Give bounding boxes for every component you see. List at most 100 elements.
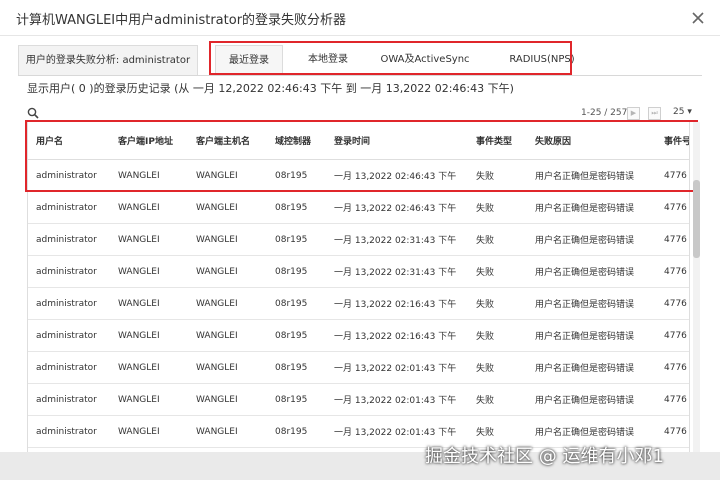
table-row[interactable]: administrator WANGLEI WANGLEI 08r195 一月 13,2… <box>28 192 689 224</box>
table-cell: WANGLEI <box>196 298 238 309</box>
logon-history-summary: 显示用户( 0 )的登录历史记录 (从 一月 12,2022 02:46:43 … <box>27 82 514 95</box>
table-cell: 4776 <box>664 362 687 373</box>
pager-range: 1-25 / 257 <box>581 108 628 118</box>
table-cell: WANGLEI <box>196 202 238 213</box>
column-header[interactable]: 事件号 <box>664 122 689 159</box>
table-cell: WANGLEI <box>196 234 238 245</box>
table-cell: administrator <box>36 394 97 405</box>
table-cell: WANGLEI <box>118 330 160 341</box>
table-cell: 4776 <box>664 426 687 437</box>
table-cell: administrator <box>36 330 97 341</box>
table-cell: WANGLEI <box>118 426 160 437</box>
table-cell: 4776 <box>664 298 687 309</box>
table-cell: WANGLEI <box>118 202 160 213</box>
table-cell: 失败 <box>476 396 495 406</box>
table-cell: 一月 13,2022 02:16:43 下午 <box>334 300 457 310</box>
next-page-button[interactable]: ▶ <box>627 107 640 120</box>
tab-owa-activesync[interactable]: OWA及ActiveSync <box>373 45 477 75</box>
table-cell: 用户名正确但是密码错误 <box>535 300 635 310</box>
table-cell: 一月 13,2022 02:01:43 下午 <box>334 396 457 406</box>
table-row[interactable]: administrator WANGLEI WANGLEI 08r195 一月 13,2… <box>28 352 689 384</box>
tab-recent-logon[interactable]: 最近登录 <box>215 45 283 75</box>
table-cell: 一月 13,2022 02:31:43 下午 <box>334 268 457 278</box>
table-cell: 失败 <box>476 236 495 246</box>
table-cell: WANGLEI <box>118 266 160 277</box>
table-cell: WANGLEI <box>196 170 238 181</box>
table-cell: 08r195 <box>275 234 308 245</box>
table-cell: WANGLEI <box>196 394 238 405</box>
table-cell: WANGLEI <box>118 394 160 405</box>
table-cell: 08r195 <box>275 362 308 373</box>
table-body: administrator WANGLEI WANGLEI 08r195 一月 13,2… <box>28 160 689 448</box>
table-cell: 08r195 <box>275 394 308 405</box>
table-cell: 用户名正确但是密码错误 <box>535 396 635 406</box>
table-cell: 用户名正确但是密码错误 <box>535 268 635 278</box>
table-cell: 一月 13,2022 02:31:43 下午 <box>334 236 457 246</box>
column-header[interactable]: 用户名 <box>36 122 63 159</box>
table-cell: WANGLEI <box>196 266 238 277</box>
table-cell: 08r195 <box>275 330 308 341</box>
table-cell: administrator <box>36 234 97 245</box>
table-cell: administrator <box>36 202 97 213</box>
title-bar: 计算机WANGLEI中用户administrator的登录失败分析器 <box>0 0 720 36</box>
table-row[interactable]: administrator WANGLEI WANGLEI 08r195 一月 13,2… <box>28 160 689 192</box>
table-cell: 用户名正确但是密码错误 <box>535 364 635 374</box>
table-cell: 08r195 <box>275 170 308 181</box>
table-header: 用户名 客户端IP地址 客户端主机名 域控制器 登录时间 事件类型 失败原因 事… <box>28 122 689 160</box>
column-header[interactable]: 登录时间 <box>334 122 370 159</box>
table-cell: 4776 <box>664 202 687 213</box>
scrollbar-thumb[interactable] <box>693 180 700 258</box>
table-cell: 一月 13,2022 02:01:43 下午 <box>334 364 457 374</box>
table-cell: 4776 <box>664 266 687 277</box>
table-cell: WANGLEI <box>118 170 160 181</box>
table-cell: 08r195 <box>275 298 308 309</box>
last-page-button[interactable]: ⏭ <box>648 107 661 120</box>
column-header[interactable]: 客户端IP地址 <box>118 122 173 159</box>
table-cell: 一月 13,2022 02:46:43 下午 <box>334 204 457 214</box>
watermark-text: 掘金技术社区 @ 运维有小邓1 <box>425 446 664 467</box>
tab-radius-nps[interactable]: RADIUS(NPS) <box>487 45 597 75</box>
table-cell: administrator <box>36 298 97 309</box>
table-cell: WANGLEI <box>118 298 160 309</box>
table-cell: administrator <box>36 362 97 373</box>
column-header[interactable]: 失败原因 <box>535 122 571 159</box>
logon-failure-table: 用户名 客户端IP地址 客户端主机名 域控制器 登录时间 事件类型 失败原因 事… <box>27 122 690 452</box>
table-cell: 失败 <box>476 172 495 182</box>
table-cell: 4776 <box>664 170 687 181</box>
table-row[interactable]: administrator WANGLEI WANGLEI 08r195 一月 13,2… <box>28 224 689 256</box>
table-cell: administrator <box>36 266 97 277</box>
table-cell: 4776 <box>664 330 687 341</box>
table-cell: 4776 <box>664 234 687 245</box>
table-cell: 用户名正确但是密码错误 <box>535 172 635 182</box>
table-cell: WANGLEI <box>196 330 238 341</box>
table-cell: 08r195 <box>275 426 308 437</box>
tab-local-logon[interactable]: 本地登录 <box>293 45 363 75</box>
close-icon[interactable] <box>690 10 706 26</box>
table-row[interactable]: administrator WANGLEI WANGLEI 08r195 一月 13,2… <box>28 384 689 416</box>
table-cell: administrator <box>36 426 97 437</box>
page-size-select[interactable]: 25 ▾ <box>673 107 697 121</box>
table-cell: 4776 <box>664 394 687 405</box>
table-cell: 失败 <box>476 332 495 342</box>
tab-user-analysis[interactable]: 用户的登录失败分析: administrator <box>18 45 198 75</box>
window-title: 计算机WANGLEI中用户administrator的登录失败分析器 <box>16 13 347 28</box>
table-cell: 一月 13,2022 02:16:43 下午 <box>334 332 457 342</box>
table-cell: 08r195 <box>275 202 308 213</box>
table-cell: 失败 <box>476 300 495 310</box>
vertical-scrollbar[interactable] <box>693 122 700 452</box>
tab-strip: 用户的登录失败分析: administrator 最近登录 本地登录 OWA及A… <box>18 45 702 76</box>
table-cell: 用户名正确但是密码错误 <box>535 236 635 246</box>
column-header[interactable]: 域控制器 <box>275 122 311 159</box>
table-cell: WANGLEI <box>118 234 160 245</box>
column-header[interactable]: 事件类型 <box>476 122 512 159</box>
table-cell: WANGLEI <box>118 362 160 373</box>
table-cell: 08r195 <box>275 266 308 277</box>
table-cell: WANGLEI <box>196 426 238 437</box>
search-icon[interactable] <box>27 107 39 119</box>
table-cell: 失败 <box>476 204 495 214</box>
table-row[interactable]: administrator WANGLEI WANGLEI 08r195 一月 13,2… <box>28 320 689 352</box>
table-row[interactable]: administrator WANGLEI WANGLEI 08r195 一月 13,2… <box>28 256 689 288</box>
table-row[interactable]: administrator WANGLEI WANGLEI 08r195 一月 13,2… <box>28 288 689 320</box>
table-cell: 用户名正确但是密码错误 <box>535 204 635 214</box>
column-header[interactable]: 客户端主机名 <box>196 122 250 159</box>
